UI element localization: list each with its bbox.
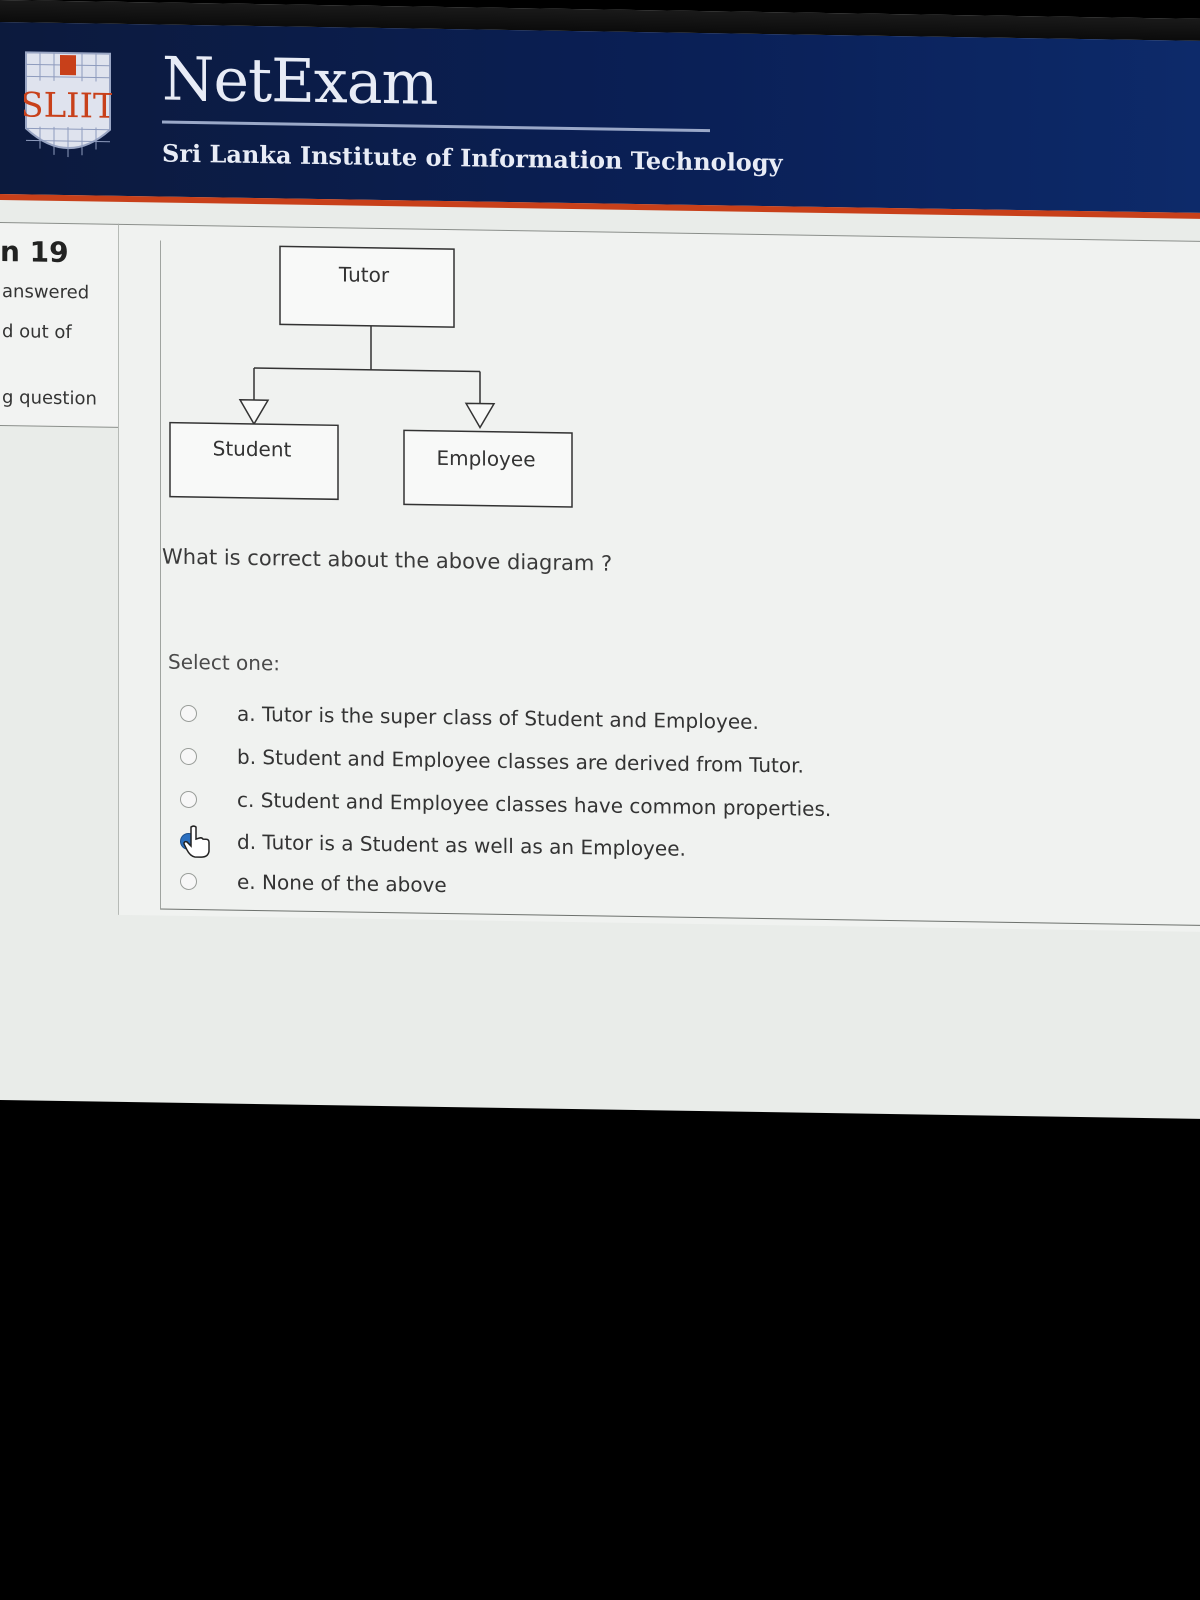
class-name-tutor: Tutor xyxy=(338,262,390,287)
class-name-student: Student xyxy=(213,436,292,461)
radio-b[interactable] xyxy=(180,747,197,765)
radio-a[interactable] xyxy=(180,704,197,722)
inheritance-arrow-student-icon xyxy=(238,398,270,426)
radio-e[interactable] xyxy=(180,872,197,890)
hand-cursor-icon xyxy=(183,825,210,858)
inheritance-bar xyxy=(254,367,480,373)
inheritance-arrow-employee-icon xyxy=(464,402,496,430)
monitor-screen: SLIIT NetExam Sri Lanka Institute of Inf… xyxy=(0,0,1200,1119)
answer-option-e[interactable]: e. None of the above xyxy=(180,869,447,897)
class-name-employee: Employee xyxy=(436,446,535,472)
select-one-label: Select one: xyxy=(168,649,281,676)
radio-c[interactable] xyxy=(180,790,197,808)
uml-class-diagram: Tutor Student Employee xyxy=(169,245,573,508)
answer-option-label: e. None of the above xyxy=(237,869,447,898)
